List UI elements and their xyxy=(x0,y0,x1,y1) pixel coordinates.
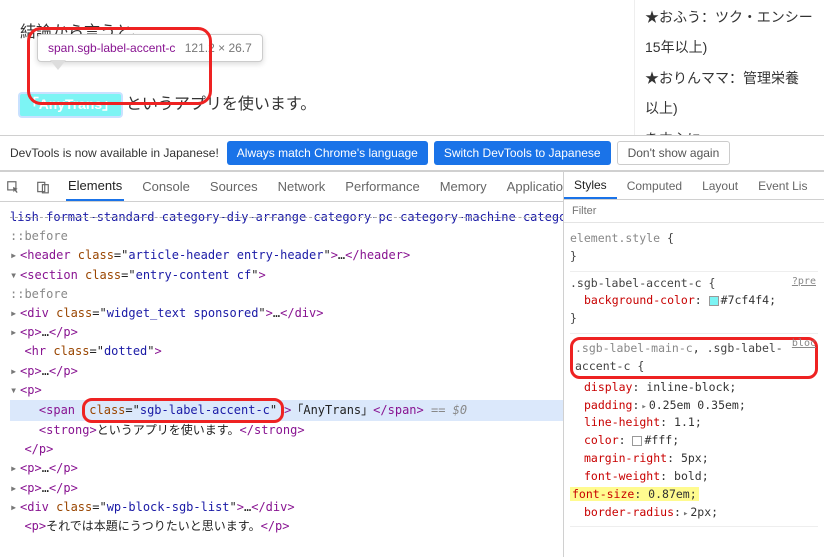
inspect-tooltip: span.sgb-label-accent-c 121.2 × 26.7 xyxy=(37,34,263,62)
tab-performance[interactable]: Performance xyxy=(343,173,421,200)
styles-filter-input[interactable] xyxy=(564,200,824,222)
devtools-panel: Elements Console Sources Network Perform… xyxy=(0,171,824,557)
always-match-language-button[interactable]: Always match Chrome's language xyxy=(227,141,428,165)
rule-origin-link[interactable]: ?pre xyxy=(792,274,816,290)
tab-console[interactable]: Console xyxy=(140,173,192,200)
devtools-right-pane: Styles Computed Layout Event Lis element… xyxy=(564,172,824,557)
devtools-locale-notice: DevTools is now available in Japanese! A… xyxy=(0,135,824,171)
devtools-left-pane: Elements Console Sources Network Perform… xyxy=(0,172,564,557)
tab-elements[interactable]: Elements xyxy=(66,172,124,201)
sidebar-column: ★おふう：ツク・エンシー 15年以上) ★おりんママ：管理栄養 以上) を中心に… xyxy=(634,0,824,135)
tooltip-selector: span.sgb-label-accent-c xyxy=(48,41,175,55)
styles-pane[interactable]: element.style { } ?pre .sgb-label-accent… xyxy=(564,223,824,557)
tab-memory[interactable]: Memory xyxy=(438,173,489,200)
tab-event-listeners[interactable]: Event Lis xyxy=(748,174,817,198)
inspect-icon[interactable] xyxy=(6,179,20,195)
devtools-tabbar: Elements Console Sources Network Perform… xyxy=(0,172,563,202)
styles-tabbar: Styles Computed Layout Event Lis xyxy=(564,172,824,200)
annotation-circle-2: class="sgb-label-accent-c" xyxy=(82,398,284,423)
rule-origin-link[interactable]: bloc xyxy=(792,336,816,352)
styles-filter-row xyxy=(564,200,824,223)
label-after-text: というアプリを使います。 xyxy=(126,96,316,113)
color-swatch[interactable] xyxy=(709,296,719,306)
side-line: ★おりんママ：管理栄養 xyxy=(645,67,814,89)
rule-element-style[interactable]: element.style { } xyxy=(570,227,818,272)
notice-message: DevTools is now available in Japanese! xyxy=(10,146,219,160)
dont-show-again-button[interactable]: Don't show again xyxy=(617,141,731,165)
inspected-label[interactable]: 「AnyTrans」 xyxy=(20,94,121,116)
annotation-circle-3: .sgb-label-main-c, .sgb-label-accent-c { xyxy=(570,337,818,379)
tab-sources[interactable]: Sources xyxy=(208,173,260,200)
color-swatch[interactable] xyxy=(632,436,642,446)
rule-sgb-main-accent[interactable]: bloc .sgb-label-main-c, .sgb-label-accen… xyxy=(570,334,818,527)
tab-styles[interactable]: Styles xyxy=(564,173,617,199)
annotation-highlight-yellow: font-size: 0.87em; xyxy=(570,487,699,501)
side-line: 15年以上) xyxy=(645,36,814,58)
dom-tree[interactable]: lish format-standard category-diy-arrang… xyxy=(0,202,563,557)
tab-computed[interactable]: Computed xyxy=(617,174,692,198)
tooltip-dimensions: 121.2 × 26.7 xyxy=(185,41,252,55)
tooltip-tail xyxy=(50,60,66,70)
tab-application[interactable]: Application xyxy=(505,173,563,200)
side-line: ★おふう：ツク・エンシー xyxy=(645,6,814,28)
rule-sgb-accent[interactable]: ?pre .sgb-label-accent-c { background-co… xyxy=(570,272,818,334)
side-line: 以上) xyxy=(645,97,814,119)
device-toggle-icon[interactable] xyxy=(36,179,50,195)
tab-layout[interactable]: Layout xyxy=(692,174,748,198)
tab-network[interactable]: Network xyxy=(276,173,328,200)
page-content: 結論から言うと、 span.sgb-label-accent-c 121.2 ×… xyxy=(0,0,824,135)
switch-to-japanese-button[interactable]: Switch DevTools to Japanese xyxy=(434,141,611,165)
side-line: を中心に、 xyxy=(645,128,814,135)
